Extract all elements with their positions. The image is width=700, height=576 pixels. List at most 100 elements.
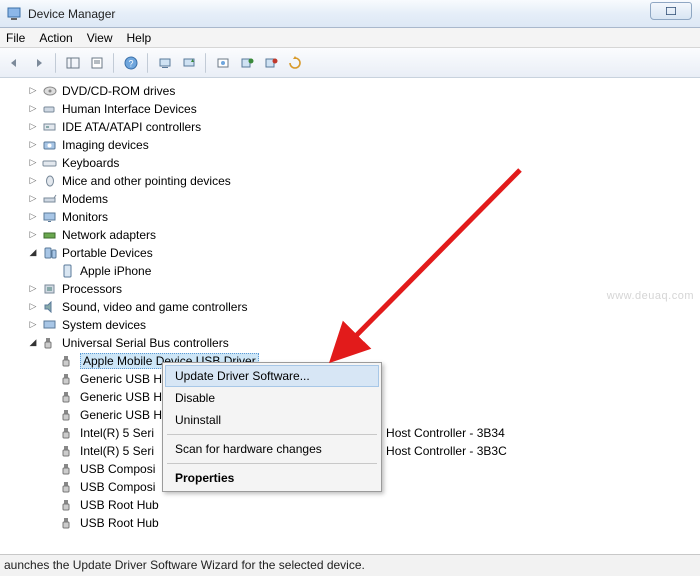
node-label: Generic USB H (80, 372, 162, 386)
expander-icon[interactable]: ▷ (26, 281, 40, 295)
context-scan[interactable]: Scan for hardware changes (165, 438, 379, 460)
node-label: Portable Devices (62, 246, 153, 260)
context-update-driver[interactable]: Update Driver Software... (165, 365, 379, 387)
node-label: System devices (62, 318, 146, 332)
node-label: IDE ATA/ATAPI controllers (62, 120, 201, 134)
tree-node-modems[interactable]: ▷ Modems (26, 190, 700, 208)
uninstall-button[interactable] (260, 52, 282, 74)
cpu-icon (42, 281, 58, 297)
usb-device-icon (60, 479, 76, 495)
tree-node-iphone[interactable]: Apple iPhone (44, 262, 700, 280)
node-label: Modems (62, 192, 108, 206)
refresh-button[interactable] (284, 52, 306, 74)
window-title: Device Manager (28, 7, 115, 21)
node-label: Network adapters (62, 228, 156, 242)
usb-device-icon (60, 407, 76, 423)
toolbar: ? (0, 48, 700, 78)
expander-icon[interactable]: ◢ (26, 335, 40, 349)
imaging-icon (42, 137, 58, 153)
toolbar-separator (147, 53, 149, 73)
context-disable[interactable]: Disable (165, 387, 379, 409)
node-label: USB Composi (80, 462, 155, 476)
context-separator (167, 463, 377, 464)
tree-node-ide[interactable]: ▷ IDE ATA/ATAPI controllers (26, 118, 700, 136)
usb-device-icon (60, 443, 76, 459)
expander-icon[interactable]: ▷ (26, 209, 40, 223)
expander-spacer (44, 497, 58, 511)
node-label: USB Root Hub (80, 498, 159, 512)
help-button[interactable]: ? (120, 52, 142, 74)
toolbar-separator (205, 53, 207, 73)
context-uninstall[interactable]: Uninstall (165, 409, 379, 431)
expander-icon[interactable]: ▷ (26, 137, 40, 151)
update-driver-button[interactable] (178, 52, 200, 74)
status-text: aunches the Update Driver Software Wizar… (4, 558, 365, 572)
tree-node-usb-root-hub[interactable]: USB Root Hub (44, 514, 700, 532)
expander-icon[interactable]: ▷ (26, 191, 40, 205)
tree-node-usb[interactable]: ◢Universal Serial Bus controllers (26, 334, 700, 352)
expander-spacer (44, 461, 58, 475)
scan-hardware-button[interactable] (154, 52, 176, 74)
tree-node-hid[interactable]: ▷Human Interface Devices (26, 100, 700, 118)
expander-icon[interactable]: ◢ (26, 245, 40, 259)
usb-device-icon (60, 515, 76, 531)
tree-node-dvd[interactable]: ▷DVD/CD-ROM drives (26, 82, 700, 100)
menu-action[interactable]: Action (39, 31, 72, 45)
tree-node-keyboards[interactable]: ▷Keyboards (26, 154, 700, 172)
enable-button[interactable] (236, 52, 258, 74)
tree-node-sound[interactable]: ▷ Sound, video and game controllers (26, 298, 700, 316)
expander-spacer (44, 515, 58, 529)
device-properties-button[interactable] (212, 52, 234, 74)
expander-icon[interactable]: ▷ (26, 299, 40, 313)
back-button[interactable] (4, 52, 26, 74)
context-properties[interactable]: Properties (165, 467, 379, 489)
node-label: Processors (62, 282, 122, 296)
tree-node-processors[interactable]: ▷ Processors (26, 280, 700, 298)
network-icon (42, 227, 58, 243)
monitor-icon (42, 209, 58, 225)
tree-node-monitors[interactable]: ▷ Monitors (26, 208, 700, 226)
context-separator (167, 434, 377, 435)
expander-spacer (44, 353, 58, 367)
ide-icon (42, 119, 58, 135)
menu-view[interactable]: View (87, 31, 113, 45)
forward-button[interactable] (28, 52, 50, 74)
node-label: Apple iPhone (80, 264, 151, 278)
modem-icon (42, 191, 58, 207)
expander-icon[interactable]: ▷ (26, 155, 40, 169)
show-hide-console-button[interactable] (62, 52, 84, 74)
expander-spacer (44, 479, 58, 493)
status-bar: aunches the Update Driver Software Wizar… (0, 554, 700, 576)
expander-icon[interactable]: ▷ (26, 317, 40, 331)
tree-node-network[interactable]: ▷ Network adapters (26, 226, 700, 244)
node-label: Mice and other pointing devices (62, 174, 231, 188)
svg-text:?: ? (128, 58, 133, 68)
usb-device-icon (60, 425, 76, 441)
menubar: File Action View Help (0, 28, 700, 48)
expander-spacer (44, 443, 58, 457)
tree-node-mice[interactable]: ▷ Mice and other pointing devices (26, 172, 700, 190)
node-label: Monitors (62, 210, 108, 224)
hid-icon (42, 101, 58, 117)
tree-node-imaging[interactable]: ▷Imaging devices (26, 136, 700, 154)
expander-icon[interactable]: ▷ (26, 227, 40, 241)
node-label: Intel(R) 5 Seri (80, 426, 154, 440)
usb-device-icon (60, 497, 76, 513)
expander-icon[interactable]: ▷ (26, 119, 40, 133)
expander-icon[interactable]: ▷ (26, 83, 40, 97)
tree-node-system[interactable]: ▷ System devices (26, 316, 700, 334)
tree-node-portable[interactable]: ◢ Portable Devices (26, 244, 700, 262)
node-label: Sound, video and game controllers (62, 300, 247, 314)
properties-button[interactable] (86, 52, 108, 74)
menu-help[interactable]: Help (127, 31, 152, 45)
usb-device-icon (60, 353, 76, 369)
node-label: Intel(R) 5 Seri (80, 444, 154, 458)
usb-device-icon (60, 461, 76, 477)
node-label-tail: Host Controller - 3B34 (386, 426, 505, 440)
maximize-button[interactable] (650, 2, 692, 20)
menu-file[interactable]: File (6, 31, 25, 45)
expander-spacer (44, 371, 58, 385)
expander-icon[interactable]: ▷ (26, 173, 40, 187)
expander-icon[interactable]: ▷ (26, 101, 40, 115)
tree-node-usb-root-hub[interactable]: USB Root Hub (44, 496, 700, 514)
